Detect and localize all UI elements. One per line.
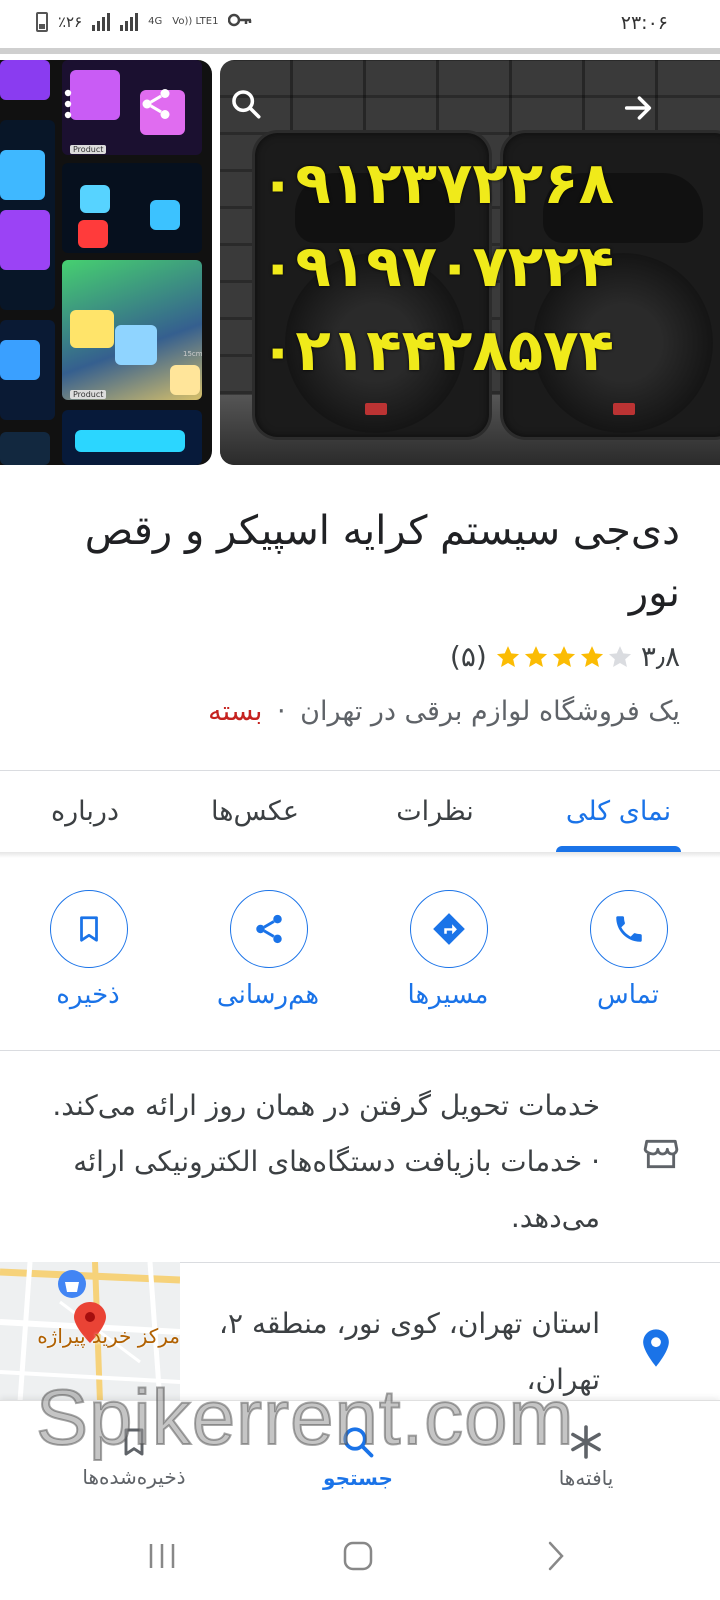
signal-icon-2 <box>120 13 139 31</box>
category-row: یک فروشگاه لوازم برقی در تهران · بسته <box>208 696 680 727</box>
nav-explore-label: یافته‌ها <box>558 1466 614 1490</box>
network-type: 4G <box>148 16 163 27</box>
phone-number-2: ۰۹۱۹۷۰۷۲۲۴ <box>260 232 615 300</box>
nav-saved-label: ذخیره‌شده‌ها <box>82 1465 186 1489</box>
bottom-navigation: یافته‌ها جستجو ذخیره‌شده‌ها <box>0 1400 720 1512</box>
save-label: ذخیره <box>56 980 120 1010</box>
asterisk-explore-icon <box>571 1425 601 1459</box>
rating-stars <box>495 644 633 670</box>
tab-reviews[interactable]: نظرات <box>370 770 500 852</box>
product-tag: Product <box>70 145 107 154</box>
chevron-right-icon <box>548 1541 564 1571</box>
key-icon <box>228 13 252 31</box>
star-filled-icon <box>580 645 603 667</box>
photo-tile-cubes[interactable]: Product Product 15cm <box>0 60 212 465</box>
directions-button[interactable]: مسیرها <box>368 890 528 1020</box>
phone-number-3: ۰۲۱۴۴۲۸۵۷۴ <box>260 316 615 384</box>
battery-icon <box>36 12 48 32</box>
tab-overview[interactable]: نمای کلی <box>546 770 691 852</box>
share-label: هم‌رسانی <box>216 980 320 1010</box>
phone-number-1: ۰۹۱۲۳۷۲۲۶۸ <box>260 149 615 217</box>
search-icon <box>343 1427 374 1458</box>
search-photo-button[interactable] <box>222 80 270 128</box>
rating-value: ۳٫۸ <box>640 640 680 673</box>
directions-label: مسیرها <box>407 980 489 1010</box>
category-text: یک فروشگاه لوازم برقی در تهران <box>300 696 680 727</box>
storefront-icon <box>642 1135 680 1177</box>
phone-icon <box>616 916 642 942</box>
address-text[interactable]: استان تهران، کوی نور، منطقه ۲، تهران، <box>200 1296 600 1408</box>
directions-icon <box>433 913 465 945</box>
product-tag-2: Product <box>70 390 107 399</box>
photo-carousel[interactable]: Product Product 15cm ۰۹۱۲۳۷۲۲۶۸ ۰۹۱۹۷۰۷۲… <box>0 48 720 465</box>
tab-photos[interactable]: عکس‌ها <box>190 770 320 852</box>
system-navigation <box>0 1512 720 1600</box>
nav-explore[interactable]: یافته‌ها <box>486 1401 686 1513</box>
home-button[interactable] <box>328 1528 388 1584</box>
clock: ۲۳:۰۶ <box>620 12 668 34</box>
more-vert-icon <box>64 89 72 119</box>
divider <box>0 1050 720 1051</box>
map-place-label: مرکز خرید پیراژه <box>37 1324 180 1348</box>
place-title: دی‌جی سیستم کرایه اسپیکر و رقص نور <box>84 508 680 616</box>
status-icons: ٪۲۶ 4G Vo)) LTE1 <box>36 12 252 32</box>
share-icon <box>256 914 282 944</box>
location-pin-icon <box>642 1328 670 1372</box>
recents-icon <box>149 1544 175 1568</box>
status-bar: ٪۲۶ 4G Vo)) LTE1 ۲۳:۰۶ <box>0 0 720 48</box>
nav-saved[interactable]: ذخیره‌شده‌ها <box>34 1401 234 1513</box>
rating-row[interactable]: ۳٫۸ (۵) <box>450 640 680 673</box>
tab-about[interactable]: درباره <box>20 770 150 852</box>
share-button[interactable]: هم‌رسانی <box>188 890 348 1020</box>
nav-search-label: جستجو <box>323 1466 393 1490</box>
back-button[interactable] <box>614 84 662 132</box>
signal-icon <box>92 13 111 31</box>
share-photo-button[interactable] <box>132 80 180 128</box>
size-tag: 15cm <box>183 350 203 358</box>
star-filled-icon <box>552 645 575 667</box>
review-count: (۵) <box>449 640 487 673</box>
bookmark-icon <box>80 916 98 942</box>
more-options-button[interactable] <box>44 80 92 128</box>
share-icon <box>142 89 170 119</box>
bookmark-icon <box>124 1428 144 1456</box>
map-thumbnail[interactable]: مرکز خرید پیراژه <box>0 1262 180 1402</box>
star-filled-icon <box>524 645 547 667</box>
business-description: خدمات تحویل گرفتن در همان روز ارائه می‌ک… <box>52 1089 600 1234</box>
star-filled-icon <box>496 645 519 667</box>
back-nav-button[interactable] <box>526 1528 586 1584</box>
open-status: بسته <box>208 696 263 727</box>
separator: · <box>276 696 286 727</box>
recents-button[interactable] <box>132 1528 192 1584</box>
save-button[interactable]: ذخیره <box>8 890 168 1020</box>
star-empty-icon <box>608 645 631 667</box>
battery-percent: ٪۲۶ <box>58 13 83 31</box>
call-label: تماس <box>597 980 659 1010</box>
tab-bar: نمای کلی نظرات عکس‌ها درباره <box>0 770 720 852</box>
call-button[interactable]: تماس <box>548 890 708 1020</box>
search-icon <box>232 90 261 119</box>
home-icon <box>343 1541 373 1571</box>
nav-search[interactable]: جستجو <box>258 1401 458 1513</box>
volte-indicator: Vo)) LTE1 <box>172 16 219 27</box>
arrow-forward-icon <box>624 96 652 120</box>
